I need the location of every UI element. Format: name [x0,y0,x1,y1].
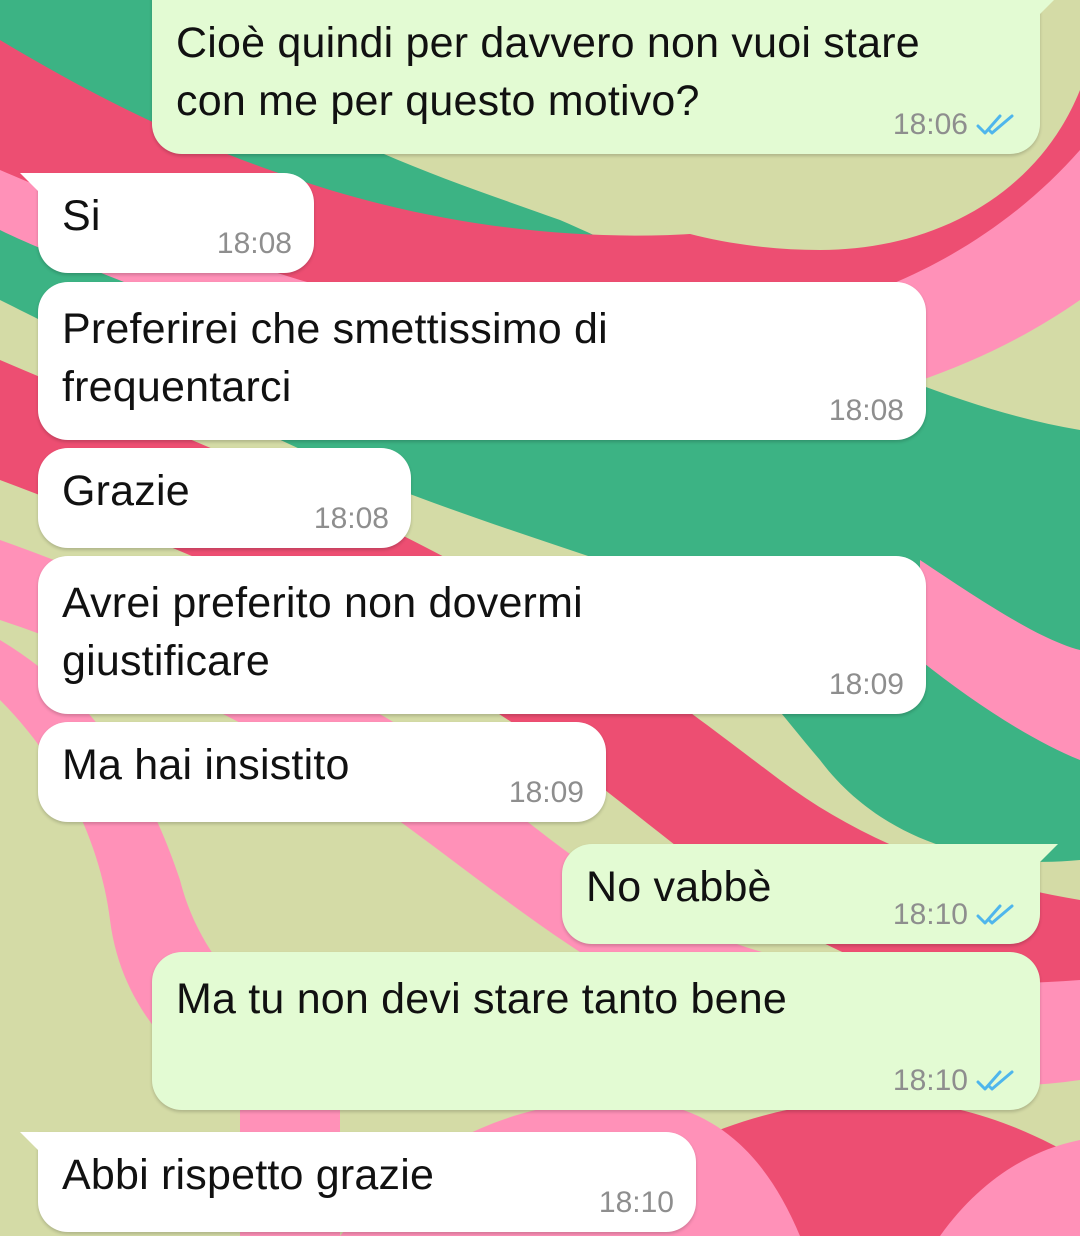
message-meta: 18:10 [893,898,1018,932]
message-meta: 18:09 [509,776,584,810]
message-time: 18:09 [828,668,904,701]
message-text: Ma hai insistito [62,741,350,789]
message-bubble-incoming[interactable]: Grazie 18:08 [38,448,411,548]
message-text: Abbi rispetto grazie [62,1151,435,1199]
message-time: 18:09 [508,776,584,809]
message-meta: 18:08 [314,502,389,536]
message-time: 18:10 [598,1186,674,1219]
message-text: Cioè quindi per davvero non vuoi stare c… [176,19,920,125]
message-text: Avrei preferito non dovermi giustificare [62,579,583,685]
message-time: 18:10 [892,898,968,931]
message-bubble-outgoing[interactable]: Ma tu non devi stare tanto bene 18:10 [152,952,1040,1110]
message-meta: 18:06 [893,108,1018,142]
message-meta: 18:10 [893,1064,1018,1098]
message-time: 18:08 [313,502,389,535]
message-meta: 18:08 [829,394,904,428]
message-time: 18:08 [828,394,904,427]
message-time: 18:08 [216,227,292,260]
message-bubble-incoming[interactable]: Avrei preferito non dovermi giustificare… [38,556,926,714]
double-check-read-icon [976,904,1014,925]
message-bubble-incoming[interactable]: Si 18:08 [20,173,314,273]
message-meta: 18:09 [829,668,904,702]
double-check-read-icon [976,1070,1014,1091]
message-bubble-incoming[interactable]: Preferirei che smettissimo di frequentar… [38,282,926,440]
message-time: 18:10 [892,1064,968,1097]
double-check-read-icon [976,114,1014,135]
message-bubble-outgoing[interactable]: No vabbè 18:10 [562,844,1058,944]
chat-messages: Cioè quindi per davvero non vuoi stare c… [0,0,1080,1236]
message-text: Ma tu non devi stare tanto bene [176,975,787,1023]
message-bubble-incoming[interactable]: Abbi rispetto grazie 18:10 [20,1132,696,1232]
message-meta: 18:08 [217,227,292,261]
message-time: 18:06 [892,108,968,141]
message-bubble-outgoing[interactable]: Cioè quindi per davvero non vuoi stare c… [152,0,1058,154]
message-bubble-incoming[interactable]: Ma hai insistito 18:09 [38,722,606,822]
message-meta: 18:10 [599,1186,674,1220]
message-text: Preferirei che smettissimo di frequentar… [62,305,608,411]
